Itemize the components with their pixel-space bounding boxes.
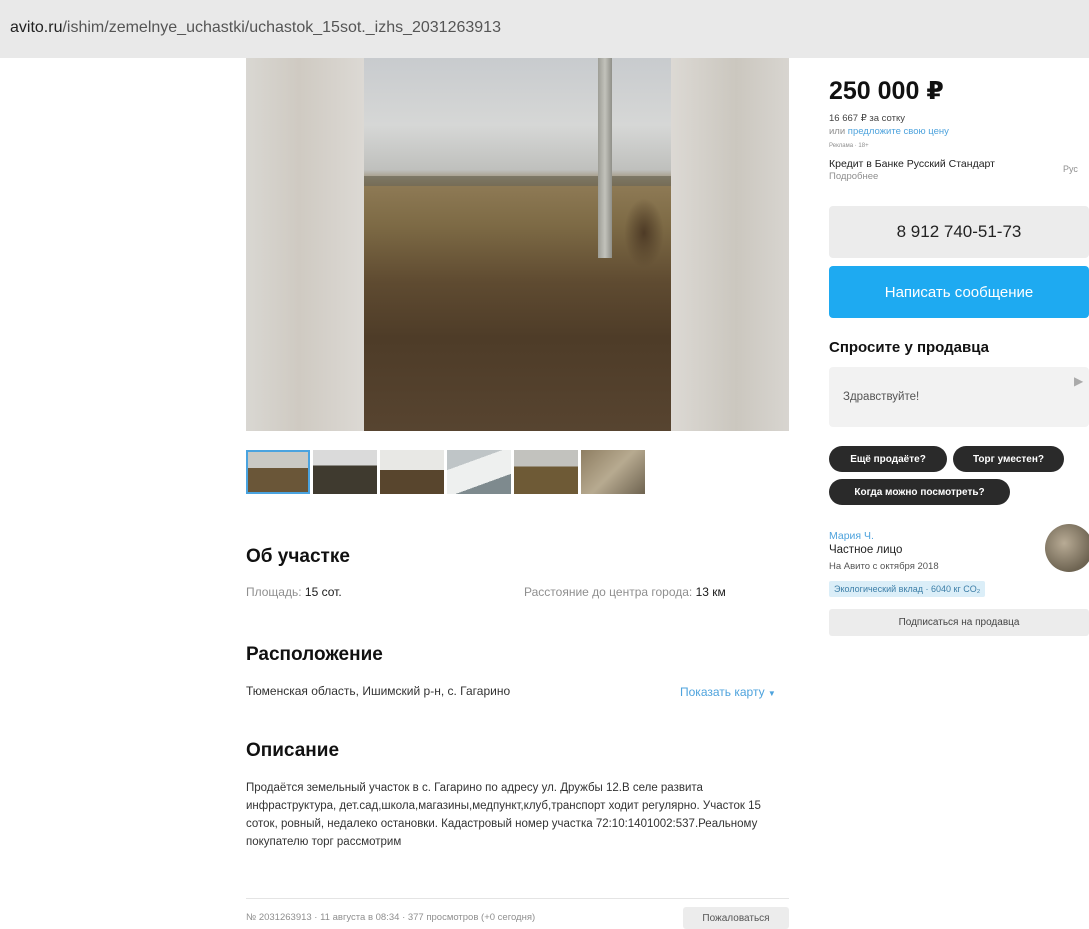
price: 250 000 ₽	[829, 77, 944, 105]
area-row: Площадь: 15 сот.	[246, 585, 342, 599]
credit-ad-more[interactable]: Подробнее	[829, 171, 878, 182]
show-map-label: Показать карту	[680, 685, 765, 699]
thumbnail-strip	[246, 450, 645, 494]
write-message-button[interactable]: Написать сообщение	[829, 266, 1089, 318]
location-title: Расположение	[246, 644, 383, 665]
offer-price-row: или предложите свою цену	[829, 126, 949, 137]
chevron-down-icon: ▼	[767, 689, 776, 698]
photo-bush	[624, 198, 664, 268]
thumbnail-4[interactable]	[447, 450, 511, 494]
footer-divider	[246, 898, 789, 899]
subscribe-seller-button[interactable]: Подписаться на продавца	[829, 609, 1089, 636]
eco-badge: Экологический вклад · 6040 кг CO₂	[829, 581, 986, 597]
quick-reply-bargain[interactable]: Торг уместен?	[953, 446, 1064, 472]
thumbnail-2[interactable]	[313, 450, 377, 494]
url-path: /ishim/zemelnye_uchastki/uchastok_15sot.…	[62, 19, 501, 36]
photo-treeline	[364, 176, 671, 186]
ask-seller-title: Спросите у продавца	[829, 339, 989, 356]
seller-since: На Авито с октября 2018	[829, 561, 939, 572]
bank-logo-icon: Рус	[1063, 164, 1078, 174]
main-photo[interactable]	[364, 58, 671, 431]
browser-address-bar[interactable]: avito.ru/ishim/zemelnye_uchastki/uchasto…	[0, 0, 1089, 58]
ad-label: Реклама · 18+	[829, 143, 869, 149]
ask-seller-input[interactable]	[829, 367, 1089, 427]
gallery-blur-left	[246, 58, 364, 431]
quick-reply-when-to-view[interactable]: Когда можно посмотреть?	[829, 479, 1010, 505]
credit-ad-title[interactable]: Кредит в Банке Русский Стандарт	[829, 158, 995, 170]
about-title: Об участке	[246, 546, 350, 567]
thumbnail-5[interactable]	[514, 450, 578, 494]
show-map-link[interactable]: Показать карту ▼	[680, 685, 776, 699]
area-value: 15 сот.	[304, 585, 342, 599]
address-text: Тюменская область, Ишимский р-н, с. Гага…	[246, 684, 511, 698]
listing-meta: № 2031263913 · 11 августа в 08:34 · 377 …	[246, 912, 536, 923]
thumbnail-6[interactable]	[581, 450, 645, 494]
price-per-unit: 16 667 ₽ за сотку	[829, 113, 905, 124]
thumbnail-1[interactable]	[246, 450, 310, 494]
thumbnail-3[interactable]	[380, 450, 444, 494]
photo-pole	[598, 58, 612, 258]
avatar[interactable]	[1045, 524, 1089, 572]
send-icon[interactable]: ▶	[1074, 374, 1083, 388]
description-text: Продаётся земельный участок в с. Гагарин…	[246, 782, 761, 848]
seller-name-link[interactable]: Мария Ч.	[829, 530, 874, 542]
gallery-blur-right	[671, 58, 789, 431]
offer-prefix: или	[829, 126, 848, 137]
url-text[interactable]: avito.ru/ishim/zemelnye_uchastki/uchasto…	[10, 19, 501, 37]
description-title: Описание	[246, 740, 340, 761]
show-phone-button[interactable]: 8 912 740-51-73	[829, 206, 1089, 258]
distance-value: 13 км	[695, 585, 726, 599]
quick-reply-still-selling[interactable]: Ещё продаёте?	[829, 446, 947, 472]
area-label: Площадь:	[246, 585, 302, 599]
photo-gallery[interactable]	[246, 58, 789, 431]
distance-row: Расстояние до центра города: 13 км	[524, 585, 726, 599]
offer-price-link[interactable]: предложите свою цену	[848, 126, 949, 137]
url-domain: avito.ru	[10, 19, 63, 36]
seller-type: Частное лицо	[829, 544, 903, 556]
distance-label: Расстояние до центра города:	[524, 585, 693, 599]
